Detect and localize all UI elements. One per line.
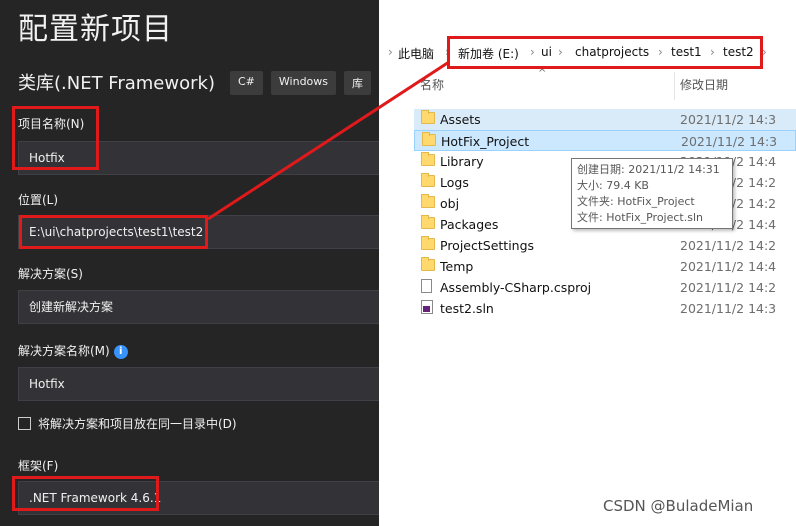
connector-arrow (207, 60, 450, 221)
watermark: CSDN @BuladeMian (603, 497, 754, 515)
